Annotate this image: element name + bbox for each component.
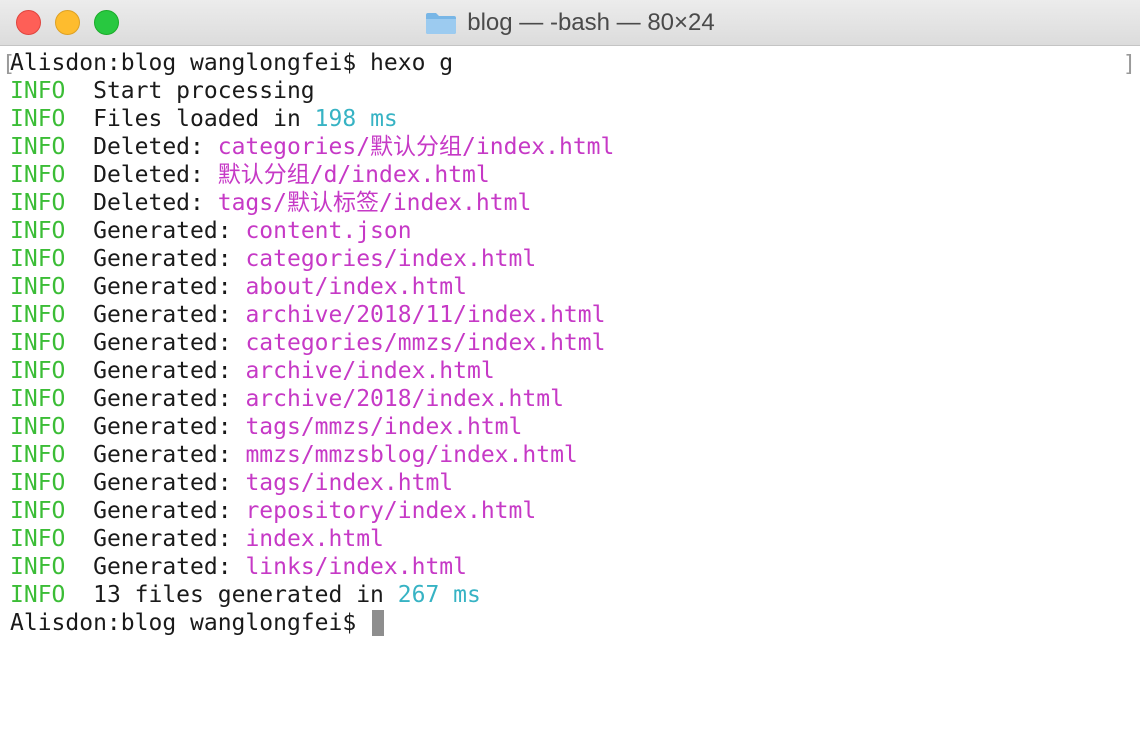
message-text: Generated: xyxy=(93,526,232,552)
message-text: Generated: xyxy=(93,386,232,412)
message-text: Generated: xyxy=(93,554,232,580)
file-path: categories/mmzs/index.html xyxy=(245,330,606,356)
output-line: INFO Files loaded in 198 ms xyxy=(10,105,1130,133)
output-line: INFO Generated: categories/mmzs/index.ht… xyxy=(10,329,1130,357)
output-line: INFO Deleted: categories/默认分组/index.html xyxy=(10,133,1130,161)
file-path: content.json xyxy=(245,218,412,244)
folder-icon xyxy=(426,13,457,34)
info-tag: INFO xyxy=(10,190,66,216)
message-text: Start processing xyxy=(93,78,315,104)
prompt: Alisdon:blog wanglongfei$ xyxy=(10,610,357,636)
file-path: categories/index.html xyxy=(245,246,537,272)
info-tag: INFO xyxy=(10,498,66,524)
output-line: INFO Generated: mmzs/mmzsblog/index.html xyxy=(10,441,1130,469)
output-line: INFO Generated: tags/index.html xyxy=(10,469,1130,497)
message-text: Deleted: xyxy=(93,162,204,188)
file-path: categories/默认分组/index.html xyxy=(217,134,615,160)
terminal-window: blog — -bash — 80×24 [ ] Alisdon:blog wa… xyxy=(0,0,1140,730)
info-tag: INFO xyxy=(10,414,66,440)
output-line: INFO Generated: archive/index.html xyxy=(10,357,1130,385)
duration-value: 198 xyxy=(314,106,357,132)
file-path: links/index.html xyxy=(245,554,467,580)
info-tag: INFO xyxy=(10,582,66,608)
info-tag: INFO xyxy=(10,470,66,496)
file-path: repository/index.html xyxy=(245,498,537,524)
info-tag: INFO xyxy=(10,78,66,104)
output-line: INFO Generated: archive/2018/index.html xyxy=(10,385,1130,413)
output-line: INFO Generated: repository/index.html xyxy=(10,497,1130,525)
output-line: INFO Deleted: tags/默认标签/index.html xyxy=(10,189,1130,217)
file-path: archive/2018/11/index.html xyxy=(245,302,606,328)
file-path: tags/默认标签/index.html xyxy=(217,190,532,216)
command: hexo g xyxy=(370,50,454,76)
terminal-output[interactable]: [ ] Alisdon:blog wanglongfei$ hexo g INF… xyxy=(0,46,1140,730)
message-text: Generated: xyxy=(93,246,232,272)
message-text: Generated: xyxy=(93,498,232,524)
window-title: blog — -bash — 80×24 xyxy=(467,9,715,36)
info-tag: INFO xyxy=(10,358,66,384)
message-text: Generated: xyxy=(93,442,232,468)
info-tag: INFO xyxy=(10,526,66,552)
info-tag: INFO xyxy=(10,246,66,272)
file-path: archive/index.html xyxy=(245,358,495,384)
output-line: INFO Generated: tags/mmzs/index.html xyxy=(10,413,1130,441)
message-text: Generated: xyxy=(93,218,232,244)
info-tag: INFO xyxy=(10,106,66,132)
message-text: Deleted: xyxy=(93,190,204,216)
output-line: INFO Generated: links/index.html xyxy=(10,553,1130,581)
text-cursor xyxy=(372,610,385,636)
info-tag: INFO xyxy=(10,330,66,356)
info-tag: INFO xyxy=(10,274,66,300)
file-path: mmzs/mmzsblog/index.html xyxy=(245,442,578,468)
file-path: tags/index.html xyxy=(245,470,454,496)
message-text: Files loaded in xyxy=(93,106,301,132)
message-text: Generated: xyxy=(93,330,232,356)
message-text: Generated: xyxy=(93,358,232,384)
prompt: Alisdon:blog wanglongfei$ xyxy=(10,50,357,76)
file-path: tags/mmzs/index.html xyxy=(245,414,523,440)
file-path: 默认分组/d/index.html xyxy=(217,162,490,188)
title-bar[interactable]: blog — -bash — 80×24 xyxy=(0,0,1140,46)
output-line: INFO Generated: categories/index.html xyxy=(10,245,1130,273)
output-line: INFO Generated: archive/2018/11/index.ht… xyxy=(10,301,1130,329)
duration-unit: ms xyxy=(453,582,481,608)
duration-unit: ms xyxy=(370,106,398,132)
output-line: INFO Start processing xyxy=(10,77,1130,105)
info-tag: INFO xyxy=(10,162,66,188)
output-line: INFO Generated: index.html xyxy=(10,525,1130,553)
window-title-group: blog — -bash — 80×24 xyxy=(0,0,1140,46)
output-line: INFO Generated: about/index.html xyxy=(10,273,1130,301)
output-line: INFO Generated: content.json xyxy=(10,217,1130,245)
duration-value: 267 xyxy=(397,582,440,608)
message-text: Deleted: xyxy=(93,134,204,160)
output-line: INFO Deleted: 默认分组/d/index.html xyxy=(10,161,1130,189)
info-tag: INFO xyxy=(10,442,66,468)
info-tag: INFO xyxy=(10,386,66,412)
message-text: 13 files generated in xyxy=(93,582,384,608)
info-tag: INFO xyxy=(10,554,66,580)
file-path: index.html xyxy=(245,526,384,552)
mark-bracket-right: ] xyxy=(1122,52,1136,77)
output-lines: INFO Start processing INFO Files loaded i… xyxy=(10,77,1130,609)
message-text: Generated: xyxy=(93,274,232,300)
file-path: about/index.html xyxy=(245,274,467,300)
prompt-line: Alisdon:blog wanglongfei$ xyxy=(10,609,1130,637)
info-tag: INFO xyxy=(10,302,66,328)
file-path: archive/2018/index.html xyxy=(245,386,564,412)
output-line: INFO 13 files generated in 267 ms xyxy=(10,581,1130,609)
command-line: Alisdon:blog wanglongfei$ hexo g xyxy=(10,49,1130,77)
info-tag: INFO xyxy=(10,134,66,160)
message-text: Generated: xyxy=(93,302,232,328)
mark-bracket-left: [ xyxy=(2,52,16,77)
info-tag: INFO xyxy=(10,218,66,244)
message-text: Generated: xyxy=(93,470,232,496)
message-text: Generated: xyxy=(93,414,232,440)
